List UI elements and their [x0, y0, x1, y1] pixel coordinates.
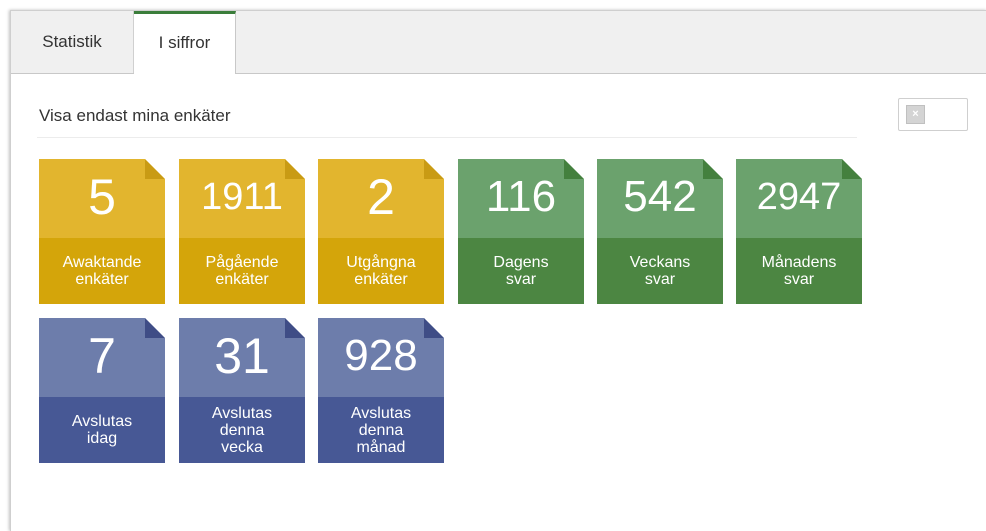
stat-tile-today-responses[interactable]: 116 Dagens svar [458, 159, 584, 304]
tile-label: Avslutas denna månad [318, 397, 444, 463]
tile-value-area: 2947 [736, 159, 862, 238]
tab-statistik[interactable]: Statistik [11, 11, 134, 73]
tile-value-area: 542 [597, 159, 723, 238]
tile-value: 5 [88, 169, 116, 225]
stat-tile-ending-this-month[interactable]: 928 Avslutas denna månad [318, 318, 444, 463]
tile-label: Månadens svar [736, 238, 862, 304]
tile-value: 7 [88, 328, 116, 384]
stat-tile-ending-this-week[interactable]: 31 Avslutas denna vecka [179, 318, 305, 463]
my-surveys-toggle[interactable]: × [898, 98, 968, 131]
tile-value-area: 116 [458, 159, 584, 238]
stat-tile-month-responses[interactable]: 2947 Månadens svar [736, 159, 862, 304]
stat-tile-ongoing[interactable]: 1911 Pågående enkäter [179, 159, 305, 304]
tile-label: Dagens svar [458, 238, 584, 304]
statistics-panel: Statistik I siffror Visa endast mina enk… [10, 10, 986, 531]
divider [37, 137, 857, 138]
tab-i-siffror[interactable]: I siffror [134, 11, 236, 74]
tile-value: 2947 [756, 176, 842, 218]
tile-label: Veckans svar [597, 238, 723, 304]
tile-label: Avslutas denna vecka [179, 397, 305, 463]
stat-tile-awaiting[interactable]: 5 Awaktande enkäter [39, 159, 165, 304]
stat-tile-week-responses[interactable]: 542 Veckans svar [597, 159, 723, 304]
tile-label: Pågående enkäter [179, 238, 305, 304]
filter-label: Visa endast mina enkäter [39, 106, 231, 125]
tile-value-area: 7 [39, 318, 165, 397]
tile-value: 1911 [201, 176, 283, 218]
close-icon: × [906, 105, 925, 124]
tile-label: Avslutas idag [39, 397, 165, 463]
tile-value: 31 [214, 328, 270, 384]
tile-value: 116 [485, 172, 557, 221]
stat-tile-ending-today[interactable]: 7 Avslutas idag [39, 318, 165, 463]
tile-value-area: 1911 [179, 159, 305, 238]
tile-label: Awaktande enkäter [39, 238, 165, 304]
stat-tile-expired[interactable]: 2 Utgångna enkäter [318, 159, 444, 304]
tile-value-area: 928 [318, 318, 444, 397]
tab-bar: Statistik I siffror [11, 11, 986, 74]
tile-value-area: 31 [179, 318, 305, 397]
tile-value: 542 [623, 172, 697, 221]
tile-value: 928 [344, 331, 418, 380]
tile-value: 2 [367, 169, 395, 225]
tile-label: Utgångna enkäter [318, 238, 444, 304]
tile-value-area: 5 [39, 159, 165, 238]
tile-value-area: 2 [318, 159, 444, 238]
